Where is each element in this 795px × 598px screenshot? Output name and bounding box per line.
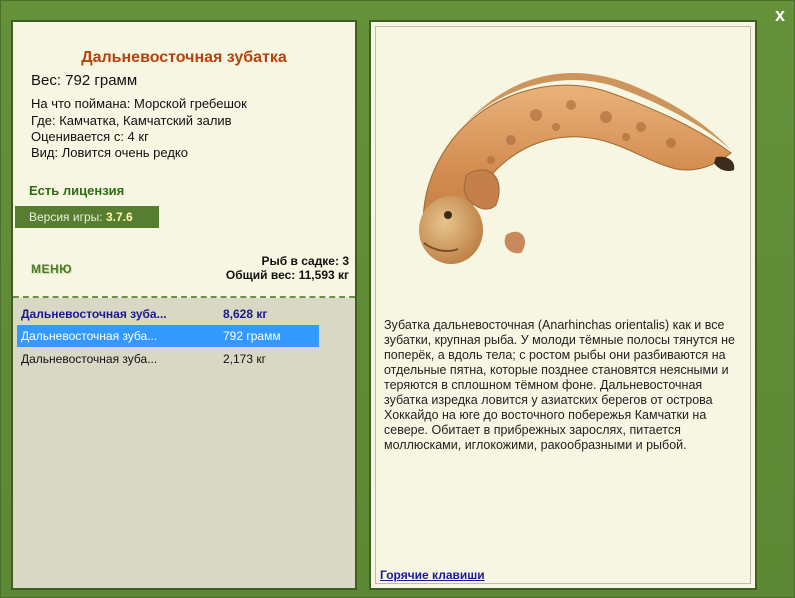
catch-list-item[interactable]: Дальневосточная зуба... 2,173 кг	[17, 348, 319, 370]
keepnet-summary: Рыб в садке: 3 Общий вес: 11,593 кг	[226, 254, 349, 282]
close-icon[interactable]: x	[770, 4, 790, 26]
fish-rarity: Вид: Ловится очень редко	[31, 145, 188, 160]
version-label: Версия игры:	[29, 210, 106, 224]
catch-list: Дальневосточная зуба... 8,628 кг Дальнев…	[13, 298, 355, 588]
catch-list-item[interactable]: Дальневосточная зуба... 8,628 кг	[17, 303, 319, 325]
wolffish-image	[419, 73, 735, 264]
hotkeys-link[interactable]: Горячие клавиши	[380, 568, 485, 582]
license-status: Есть лицензия	[29, 183, 125, 198]
fish-title: Дальневосточная зубатка	[81, 49, 287, 66]
keepnet-count: Рыб в садке: 3	[261, 254, 349, 268]
description-frame: Зубатка дальневосточная (Anarhinchas ori…	[375, 26, 751, 584]
fish-weight: Вес: 792 грамм	[31, 72, 138, 89]
fish-rated-from: Оценивается с: 4 кг	[31, 129, 149, 144]
fish-info-section: Дальневосточная зубатка Вес: 792 грамм Н…	[13, 22, 355, 297]
catch-list-item-selected[interactable]: Дальневосточная зуба... 792 грамм	[17, 325, 319, 347]
fish-description-panel: Зубатка дальневосточная (Anarhinchas ori…	[369, 20, 757, 590]
version-bar: Версия игры: 3.7.6	[15, 206, 159, 228]
catch-name: Дальневосточная зуба...	[21, 329, 158, 343]
menu-button[interactable]: МЕНЮ	[31, 262, 72, 276]
catch-weight: 2,173 кг	[223, 352, 266, 366]
fish-description: Зубатка дальневосточная (Anarhinchas ori…	[384, 318, 736, 452]
keepnet-total-weight: Общий вес: 11,593 кг	[225, 268, 349, 282]
fish-bait: На что поймана: Морской гребешок	[31, 96, 247, 111]
fish-location: Где: Камчатка, Камчатский залив	[31, 113, 232, 128]
catch-name: Дальневосточная зуба...	[21, 307, 167, 321]
catch-name: Дальневосточная зуба...	[21, 352, 158, 366]
fish-info-panel: Дальневосточная зубатка Вес: 792 грамм Н…	[11, 20, 357, 590]
version-value: 3.7.6	[105, 210, 133, 224]
catch-weight: 792 грамм	[223, 329, 281, 343]
catch-weight: 8,628 кг	[223, 307, 268, 321]
